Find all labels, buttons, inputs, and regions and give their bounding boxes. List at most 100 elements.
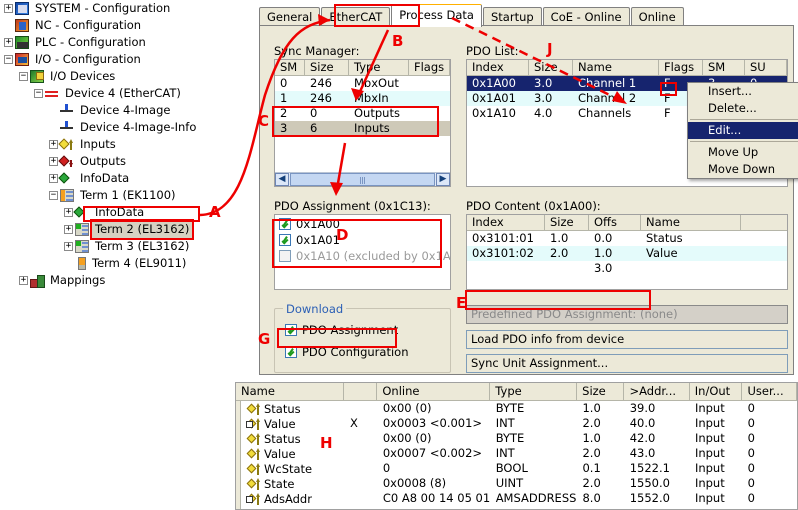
tree-item-outputs[interactable]: +Outputs (0, 153, 224, 170)
tab-general[interactable]: General (259, 7, 320, 27)
cell-sm: 0 (275, 76, 305, 91)
column-header[interactable]: Flags (659, 60, 703, 75)
tab-process-data[interactable]: Process Data (391, 4, 482, 27)
table-row[interactable]: 20Outputs (275, 106, 450, 121)
table-row[interactable]: 36Inputs (275, 121, 450, 136)
pdo-assignment-item[interactable]: 0x1A00 (275, 215, 450, 231)
tree-item-term-2-el3162[interactable]: +Term 2 (EL3162) (0, 221, 224, 238)
sync-manager-list[interactable]: SMSizeTypeFlags 0246MbxOut1246MbxIn20Out… (274, 59, 451, 187)
checkbox-icon[interactable] (279, 234, 291, 246)
cell-link (345, 491, 378, 506)
tab-ethercat[interactable]: EtherCAT (321, 7, 390, 27)
tree-item-device-4-ethercat[interactable]: −Device 4 (EtherCAT) (0, 85, 224, 102)
tree-item-mappings[interactable]: +Mappings (0, 272, 224, 289)
table-row[interactable]: Status0x00 (0)BYTE1.039.0Input0 (242, 401, 797, 416)
checkbox-icon[interactable] (279, 218, 291, 230)
table-row[interactable]: 0x3101:011.00.0Status (467, 231, 787, 246)
tree-item-nc-configuration[interactable]: NC - Configuration (0, 17, 224, 34)
column-header[interactable]: >Addr... (624, 383, 689, 400)
pdo-content-list[interactable]: IndexSizeOffsName 0x3101:011.00.0Status0… (466, 214, 788, 290)
column-header[interactable]: Type (349, 60, 409, 75)
table-row[interactable]: ValueX0x0003 <0.001>INT2.040.0Input0 (242, 416, 797, 431)
column-header[interactable]: Offs (589, 215, 641, 230)
tree-item-plc-configuration[interactable]: +PLC - Configuration (0, 34, 224, 51)
checkbox-icon[interactable] (285, 324, 297, 336)
scroll-left-icon[interactable]: ◀ (275, 173, 289, 186)
checkbox-icon[interactable] (279, 250, 291, 262)
column-header[interactable]: Type (490, 383, 577, 400)
project-tree-panel[interactable]: +SYSTEM - ConfigurationNC - Configuratio… (0, 0, 224, 510)
pdo-assignment-item[interactable]: 0x1A10 (excluded by 0x1A01) (275, 247, 450, 263)
expand-icon[interactable]: + (64, 225, 73, 234)
tree-item-i-o-devices[interactable]: −I/O Devices (0, 68, 224, 85)
download-option[interactable]: PDO Assignment (285, 323, 398, 337)
pdo-assignment-list[interactable]: 0x1A000x1A010x1A10 (excluded by 0x1A01) (274, 214, 451, 290)
tree-item-infodata[interactable]: +InfoData (0, 170, 224, 187)
expand-icon[interactable]: + (4, 38, 13, 47)
expand-icon[interactable]: + (64, 242, 73, 251)
expand-icon[interactable]: + (19, 276, 28, 285)
menu-item-move-up[interactable]: Move Up (688, 144, 798, 161)
expand-icon[interactable]: + (49, 140, 58, 149)
table-row[interactable]: AdsAddrC0 A8 00 14 05 01 ...AMSADDRESS8.… (242, 491, 797, 506)
table-row[interactable]: WcState0BOOL0.11522.1Input0 (242, 461, 797, 476)
table-row[interactable]: 0246MbxOut (275, 76, 450, 91)
column-header[interactable]: Size (529, 60, 573, 75)
column-header[interactable]: SM (703, 60, 745, 75)
column-header[interactable]: Size (577, 383, 624, 400)
expand-icon[interactable]: + (49, 157, 58, 166)
tree-item-infodata[interactable]: +InfoData (0, 204, 224, 221)
column-header[interactable]: Name (641, 215, 741, 230)
collapse-icon[interactable]: − (4, 55, 13, 64)
column-header[interactable]: In/Out (690, 383, 743, 400)
tree-item-term-3-el3162[interactable]: +Term 3 (EL3162) (0, 238, 224, 255)
column-header[interactable]: SU (745, 60, 787, 75)
column-header[interactable]: Online (377, 383, 490, 400)
column-header[interactable]: Name (573, 60, 659, 75)
scroll-right-icon[interactable]: ▶ (436, 173, 450, 186)
load-pdo-info-button[interactable]: Load PDO info from device (466, 330, 788, 349)
tree-item-system-configuration[interactable]: +SYSTEM - Configuration (0, 0, 224, 17)
column-header[interactable]: SM (275, 60, 305, 75)
table-row[interactable]: 0x3101:022.01.0Value (467, 246, 787, 261)
sync-manager-hscrollbar[interactable]: ◀ ▶ (275, 172, 450, 186)
column-header[interactable]: Name (236, 383, 344, 400)
expand-icon[interactable]: + (49, 174, 58, 183)
checkbox-icon[interactable] (285, 346, 297, 358)
tab-strip[interactable]: GeneralEtherCATProcess DataStartupCoE - … (259, 4, 685, 26)
column-header[interactable]: Index (467, 60, 529, 75)
column-header[interactable]: Flags (409, 60, 450, 75)
column-header[interactable]: Size (545, 215, 589, 230)
pdo-context-menu[interactable]: Insert...Delete... Edit... Move UpMove Dow… (687, 82, 798, 179)
collapse-icon[interactable]: − (19, 72, 28, 81)
scroll-thumb[interactable] (290, 173, 435, 186)
tree-item-term-4-el9011[interactable]: Term 4 (EL9011) (0, 255, 224, 272)
tab-online[interactable]: Online (631, 7, 684, 27)
table-row[interactable]: State0x0008 (8)UINT2.01550.0Input0 (242, 476, 797, 491)
pdo-assignment-item[interactable]: 0x1A01 (275, 231, 450, 247)
sync-unit-assignment-button[interactable]: Sync Unit Assignment... (466, 354, 788, 373)
table-row[interactable]: 3.0 (467, 261, 787, 276)
tab-startup[interactable]: Startup (483, 7, 542, 27)
tree-item-inputs[interactable]: +Inputs (0, 136, 224, 153)
collapse-icon[interactable]: − (49, 191, 58, 200)
column-header[interactable]: User... (742, 383, 797, 400)
tree-item-device-4-image[interactable]: Device 4-Image (0, 102, 224, 119)
menu-item-move-down[interactable]: Move Down (688, 161, 798, 178)
table-row[interactable]: 1246MbxIn (275, 91, 450, 106)
tab-coe-online[interactable]: CoE - Online (543, 7, 630, 27)
menu-item-delete[interactable]: Delete... (688, 100, 798, 117)
expand-icon[interactable]: + (64, 208, 73, 217)
expand-icon[interactable]: + (4, 4, 13, 13)
download-option[interactable]: PDO Configuration (285, 345, 409, 359)
column-header[interactable]: Size (305, 60, 349, 75)
tree-item-term-1-ek1100[interactable]: −Term 1 (EK1100) (0, 187, 224, 204)
tree-item-device-4-image-info[interactable]: Device 4-Image-Info (0, 119, 224, 136)
tree-item-i-o-configuration[interactable]: −I/O - Configuration (0, 51, 224, 68)
column-header[interactable]: Index (467, 215, 545, 230)
menu-item-insert[interactable]: Insert... (688, 83, 798, 100)
menu-item-edit[interactable]: Edit... (688, 122, 798, 139)
column-header[interactable] (344, 383, 377, 400)
predefined-pdo-assignment-combo[interactable]: Predefined PDO Assignment: (none) (466, 305, 788, 324)
collapse-icon[interactable]: − (34, 89, 43, 98)
